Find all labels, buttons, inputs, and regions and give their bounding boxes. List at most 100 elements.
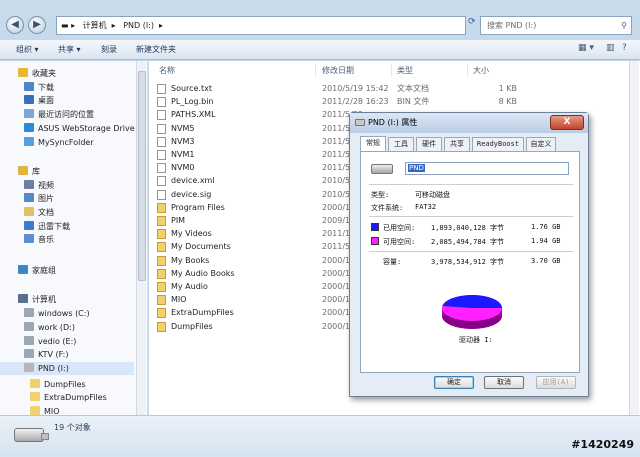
dialog-title: PND (I:) 属性 (368, 118, 418, 127)
sidebar-item[interactable]: 视频 (0, 179, 134, 192)
forward-arrow-icon[interactable]: ▶ (28, 16, 46, 34)
column-divider[interactable] (467, 63, 468, 76)
computer-icon (18, 294, 28, 303)
column-size-header[interactable]: 大小 (473, 65, 489, 76)
cancel-button[interactable]: 取消 (484, 376, 524, 389)
sidebar-item[interactable]: 图片 (0, 192, 134, 205)
back-arrow-icon[interactable]: ◀ (6, 16, 24, 34)
sidebar-item[interactable]: KTV (F:) (0, 348, 134, 361)
tab-general[interactable]: 常规 (360, 136, 386, 151)
sidebar-item[interactable]: 文档 (0, 206, 134, 219)
sidebar-item[interactable]: 下载 (0, 81, 134, 94)
nav-scroll-thumb[interactable] (138, 71, 146, 281)
sidebar-item[interactable]: PND (I:) (0, 362, 134, 375)
tab-sharing[interactable]: 共享 (444, 137, 470, 151)
local-disk-icon (24, 322, 34, 331)
video-library-icon (24, 180, 34, 189)
preview-pane-icon[interactable]: ▥ (606, 43, 615, 53)
nav-scrollbar[interactable] (136, 61, 146, 415)
share-button[interactable]: 共享 ▾ (58, 44, 81, 55)
pie-used-slice (442, 295, 502, 308)
divider (369, 251, 573, 252)
breadcrumb-sep-icon: ▸ (111, 21, 116, 30)
capacity-bytes: 3,978,534,912 字节 (431, 258, 505, 266)
sidebar-item-label: 音乐 (38, 235, 54, 244)
file-icon (157, 123, 166, 134)
new-folder-button[interactable]: 新建文件夹 (136, 44, 176, 55)
removable-disk-icon (24, 363, 34, 372)
file-date: 2010/5/19 15:42 (322, 84, 389, 93)
download-folder-icon (24, 82, 34, 91)
sidebar-item[interactable]: 迅雷下载 (0, 220, 134, 233)
column-divider[interactable] (391, 63, 392, 76)
search-icon[interactable]: ⚲ (621, 17, 627, 34)
folder-icon (30, 392, 40, 401)
free-space-gb: 1.94 GB (531, 237, 561, 245)
sidebar-item-label: 家庭组 (32, 266, 56, 275)
sidebar-item[interactable]: 收藏夹 (0, 67, 134, 80)
sidebar-item[interactable]: 计算机 (0, 293, 134, 306)
used-space-bytes: 1,893,040,128 字节 (431, 224, 505, 232)
column-type-header[interactable]: 类型 (397, 65, 413, 76)
file-icon (157, 150, 166, 160)
file-name: NVM1 (171, 150, 195, 159)
sidebar-item[interactable]: work (D:) (0, 321, 134, 334)
apply-button[interactable]: 应用(A) (536, 376, 576, 389)
sidebar-item[interactable]: vedio (E:) (0, 335, 134, 348)
sidebar-item-label: KTV (F:) (38, 350, 69, 359)
view-options-icon[interactable]: ▦ ▾ (578, 43, 594, 53)
sidebar-item[interactable]: 音乐 (0, 233, 134, 246)
sidebar-item[interactable]: MySyncFolder (0, 136, 134, 149)
documents-library-icon (24, 207, 34, 216)
breadcrumb-pnd[interactable]: PND (I:) (123, 21, 154, 30)
free-space-label: 可用空间: (383, 238, 416, 246)
tab-customize[interactable]: 自定义 (526, 137, 556, 151)
sidebar-item-label: 下载 (38, 83, 54, 92)
used-space-swatch (371, 223, 379, 231)
sidebar-item[interactable]: 库 (0, 165, 134, 178)
file-icon (157, 97, 166, 108)
thunder-download-icon (24, 221, 34, 230)
sidebar-item[interactable]: 桌面 (0, 94, 134, 107)
sidebar-item[interactable]: windows (C:) (0, 307, 134, 320)
help-icon[interactable]: ? (622, 43, 627, 53)
tab-tools[interactable]: 工具 (388, 137, 414, 151)
search-input[interactable]: 搜索 PND (I:) ⚲ (480, 16, 632, 35)
sidebar-item[interactable]: ExtraDumpFiles (0, 391, 134, 404)
image-watermark: #1420249 (571, 438, 634, 451)
removable-drive-icon (14, 428, 49, 442)
sidebar-item-label: 视频 (38, 181, 54, 190)
column-divider[interactable] (315, 63, 316, 76)
recent-places-icon (24, 109, 34, 118)
sidebar-item-label: 收藏夹 (32, 69, 56, 78)
sidebar-item-label: 迅雷下载 (38, 222, 70, 231)
burn-button[interactable]: 刻录 (101, 44, 117, 55)
sidebar-item[interactable]: 家庭组 (0, 264, 134, 277)
organize-button[interactable]: 组织 ▾ (16, 44, 39, 55)
file-name: My Audio Books (171, 268, 235, 278)
capacity-gb: 3.70 GB (531, 257, 561, 265)
file-row[interactable]: Source.txt 2010/5/19 15:42 文本文档 1 KB (149, 82, 640, 95)
file-row[interactable]: PL_Log.bin 2011/2/28 16:23 BIN 文件 8 KB (149, 95, 640, 108)
file-name: device.xml (171, 176, 215, 186)
tab-readyboost[interactable]: ReadyBoost (472, 137, 524, 151)
column-date-header[interactable]: 修改日期 (322, 65, 354, 76)
object-count: 19 个对象 (54, 423, 91, 432)
file-name: NVM0 (171, 163, 195, 173)
tab-hardware[interactable]: 硬件 (416, 137, 442, 151)
breadcrumb-computer[interactable]: 计算机 (83, 21, 107, 30)
address-field[interactable]: ▬ ▸ 计算机 ▸ PND (I:) ▸ (56, 16, 466, 35)
sidebar-item-label: DumpFiles (44, 380, 86, 389)
drive-name-input[interactable]: PND (405, 162, 569, 175)
sidebar-item[interactable]: 最近访问的位置 (0, 108, 134, 121)
sidebar-item-label: ASUS WebStorage Drive (38, 124, 135, 133)
close-button[interactable]: X (550, 115, 584, 130)
sidebar-item[interactable]: DumpFiles (0, 378, 134, 391)
sidebar-item[interactable]: ASUS WebStorage Drive (0, 122, 135, 135)
type-label: 类型: (371, 191, 390, 199)
file-icon (157, 84, 166, 94)
column-name-header[interactable]: 名称 (159, 65, 175, 76)
refresh-icon[interactable]: ⟳ (468, 17, 478, 33)
ok-button[interactable]: 确定 (434, 376, 474, 389)
sidebar-item[interactable]: MIO (0, 405, 134, 415)
